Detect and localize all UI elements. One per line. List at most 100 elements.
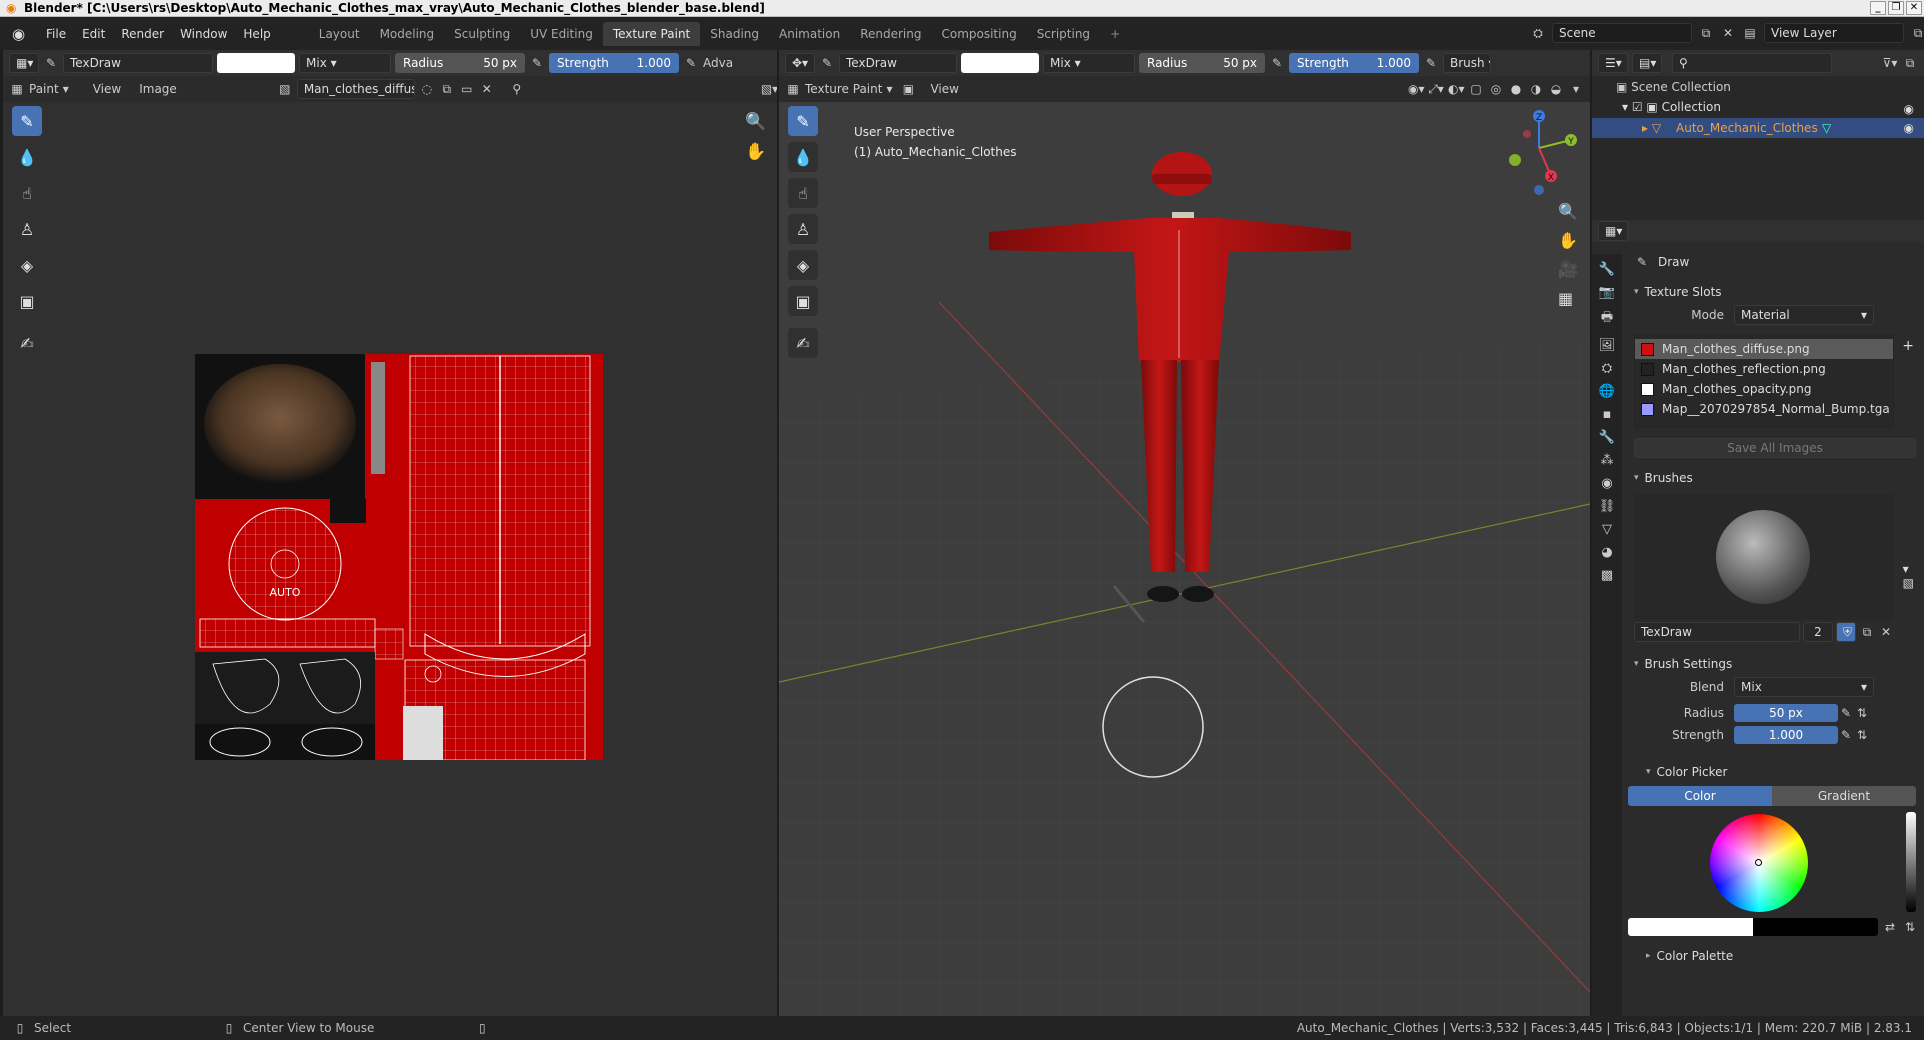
paint-mode-menu[interactable]: Paint xyxy=(29,82,59,96)
texture-slots-panel-header[interactable]: ▾ Texture Slots xyxy=(1626,280,1922,304)
view-layer-tab-icon[interactable]: 🖼 xyxy=(1599,338,1616,353)
props-radius-pressure-icon[interactable]: ✎ xyxy=(1838,705,1854,721)
texture-tab-icon[interactable]: ▩ xyxy=(1601,568,1613,583)
3d-viewport-canvas[interactable]: User Perspective (1) Auto_Mechanic_Cloth… xyxy=(779,102,1590,1016)
tab-shading[interactable]: Shading xyxy=(700,22,769,46)
blend-dropdown[interactable]: Mix ▾ xyxy=(299,53,391,73)
texture-slot-item[interactable]: Man_clothes_reflection.png xyxy=(1635,359,1893,379)
tool-tab-icon[interactable]: 🔧 xyxy=(1599,262,1615,277)
outliner-object-row[interactable]: ▸ ▽ Auto_Mechanic_Clothes ▽ ◉ xyxy=(1592,118,1924,138)
fake-user-shield-icon[interactable]: ⛨ xyxy=(1836,622,1856,642)
image-menu[interactable]: Image xyxy=(139,82,177,96)
annotate-tool-button[interactable]: ✍ xyxy=(12,328,42,358)
viewport-soften-tool-button[interactable]: 💧 xyxy=(788,142,818,172)
menu-render[interactable]: Render xyxy=(113,27,172,41)
unlink-brush-icon[interactable]: ✕ xyxy=(1878,624,1894,640)
viewport-clone-tool-button[interactable]: ♙ xyxy=(788,214,818,244)
viewport-zoom-icon[interactable]: 🔍 xyxy=(1558,202,1578,221)
tab-animation[interactable]: Animation xyxy=(769,22,850,46)
menu-help[interactable]: Help xyxy=(235,27,278,41)
gradient-tab[interactable]: Gradient xyxy=(1772,786,1916,806)
particles-tab-icon[interactable]: ⁂ xyxy=(1601,453,1614,468)
viewport-brush-name-field[interactable]: TexDraw xyxy=(839,53,957,73)
zoom-icon[interactable]: 🔍 xyxy=(745,112,766,132)
delete-scene-icon[interactable]: ✕ xyxy=(1720,25,1736,41)
overlay-toggle-icon[interactable]: ◐▾ xyxy=(1448,81,1465,97)
gizmo-toggle-icon[interactable]: ⤢▾ xyxy=(1428,81,1444,97)
fake-user-icon[interactable]: ◌ xyxy=(419,81,435,97)
value-slider[interactable] xyxy=(1906,812,1916,912)
brush-blend-dropdown[interactable]: Mix ▾ xyxy=(1734,677,1874,697)
outliner-collection-row[interactable]: ▾ ☑ ▣ Collection xyxy=(1622,100,1721,114)
image-display-icon[interactable]: ▧▾ xyxy=(761,81,777,97)
new-scene-icon[interactable]: ⧉ xyxy=(1698,25,1714,41)
constraints-tab-icon[interactable]: ⛓ xyxy=(1599,499,1616,514)
brush-datablock-name[interactable]: TexDraw xyxy=(1634,622,1800,642)
view-layer-field[interactable]: View Layer xyxy=(1764,23,1904,43)
advanced-menu[interactable]: Adva xyxy=(703,56,733,70)
draw-tool-button[interactable]: ✎ xyxy=(12,106,42,136)
soften-tool-button[interactable]: 💧 xyxy=(12,142,42,172)
output-tab-icon[interactable]: 🖶 xyxy=(1601,308,1613,330)
radius-slider[interactable]: Radius 50 px xyxy=(395,53,525,73)
viewport-view-menu[interactable]: View xyxy=(930,82,958,96)
properties-editor-type-button[interactable]: ▦▾ xyxy=(1598,221,1628,241)
color-pressure-icon[interactable]: ⇅ xyxy=(1902,919,1918,935)
add-slot-button[interactable]: + xyxy=(1902,338,1914,354)
new-image-icon[interactable]: ⧉ xyxy=(439,81,455,97)
view-layer-icon[interactable]: ▤ xyxy=(1742,25,1758,41)
tab-rendering[interactable]: Rendering xyxy=(850,22,931,46)
maximize-button[interactable]: ❐ xyxy=(1888,1,1904,15)
menu-window[interactable]: Window xyxy=(172,27,235,41)
outliner-search-input[interactable]: ⚲ xyxy=(1672,53,1832,73)
viewport-fill-tool-button[interactable]: ◈ xyxy=(788,250,818,280)
tab-scripting[interactable]: Scripting xyxy=(1027,22,1100,46)
add-workspace-button[interactable]: + xyxy=(1100,22,1130,46)
collection-visibility-icon[interactable]: ◉ xyxy=(1904,102,1914,116)
clone-tool-button[interactable]: ♙ xyxy=(12,214,42,244)
pan-hand-icon[interactable]: ✋ xyxy=(745,142,766,162)
material-tab-icon[interactable]: ◕ xyxy=(1601,545,1612,560)
outliner-scene-collection[interactable]: ▣ Scene Collection xyxy=(1616,80,1731,94)
viewport-draw-tool-button[interactable]: ✎ xyxy=(788,106,818,136)
tab-modeling[interactable]: Modeling xyxy=(370,22,445,46)
texture-slot-item[interactable]: Map__2070297854_Normal_Bump.tga xyxy=(1635,399,1893,419)
viewport-brush-icon[interactable]: ✎ xyxy=(819,55,835,71)
display-mode-button[interactable]: ▤▾ xyxy=(1632,53,1662,73)
smear-tool-button[interactable]: ☝ xyxy=(12,178,42,208)
viewport-strength-slider[interactable]: Strength 1.000 xyxy=(1289,53,1419,73)
viewport-strength-pressure-icon[interactable]: ✎ xyxy=(1423,55,1439,71)
blender-menu-icon[interactable]: ◉ xyxy=(12,25,32,43)
visibility-icon[interactable]: ◉▾ xyxy=(1408,81,1425,97)
menu-edit[interactable]: Edit xyxy=(74,27,113,41)
tab-texture-paint[interactable]: Texture Paint xyxy=(602,21,701,46)
wireframe-shading-icon[interactable]: ◎ xyxy=(1488,81,1504,97)
object-visibility-icon[interactable]: ◉ xyxy=(1904,121,1914,135)
viewport-radius-pressure-icon[interactable]: ✎ xyxy=(1269,55,1285,71)
world-tab-icon[interactable]: 🌐 xyxy=(1599,384,1615,399)
shading-options-icon[interactable]: ▾ xyxy=(1568,81,1584,97)
editor-type-button[interactable]: ▦▾ xyxy=(9,53,39,73)
props-strength-unit-icon[interactable]: ⇅ xyxy=(1854,727,1870,743)
radius-pressure-icon[interactable]: ✎ xyxy=(529,55,545,71)
mask-tool-button[interactable]: ▣ xyxy=(12,286,42,316)
texture-mode-dropdown[interactable]: Material ▾ xyxy=(1734,305,1874,325)
brushes-panel-header[interactable]: ▾ Brushes xyxy=(1626,466,1922,490)
rendered-shading-icon[interactable]: ◒ xyxy=(1548,81,1564,97)
brush-icon[interactable]: ✎ xyxy=(43,55,59,71)
viewport-smear-tool-button[interactable]: ☝ xyxy=(788,178,818,208)
new-view-layer-icon[interactable]: ⧉ xyxy=(1910,25,1924,41)
color-picker-panel-header[interactable]: ▾ Color Picker xyxy=(1626,760,1922,784)
strength-pressure-icon[interactable]: ✎ xyxy=(683,55,699,71)
image-name-field[interactable]: Man_clothes_diffuse... xyxy=(296,79,415,99)
physics-tab-icon[interactable]: ◉ xyxy=(1601,476,1612,491)
tab-uv-editing[interactable]: UV Editing xyxy=(520,22,603,46)
open-image-icon[interactable]: ▭ xyxy=(459,81,475,97)
viewport-pan-hand-icon[interactable]: ✋ xyxy=(1558,231,1578,250)
viewport-editor-type-button[interactable]: ✥▾ xyxy=(785,53,815,73)
color-wheel-cursor[interactable] xyxy=(1755,859,1762,866)
data-tab-icon[interactable]: ▽ xyxy=(1602,522,1612,537)
brush-menu-dropdown[interactable]: Brush ▾ xyxy=(1443,53,1491,73)
unlink-image-icon[interactable]: ✕ xyxy=(479,81,495,97)
image-browse-icon[interactable]: ▧ xyxy=(277,81,293,97)
